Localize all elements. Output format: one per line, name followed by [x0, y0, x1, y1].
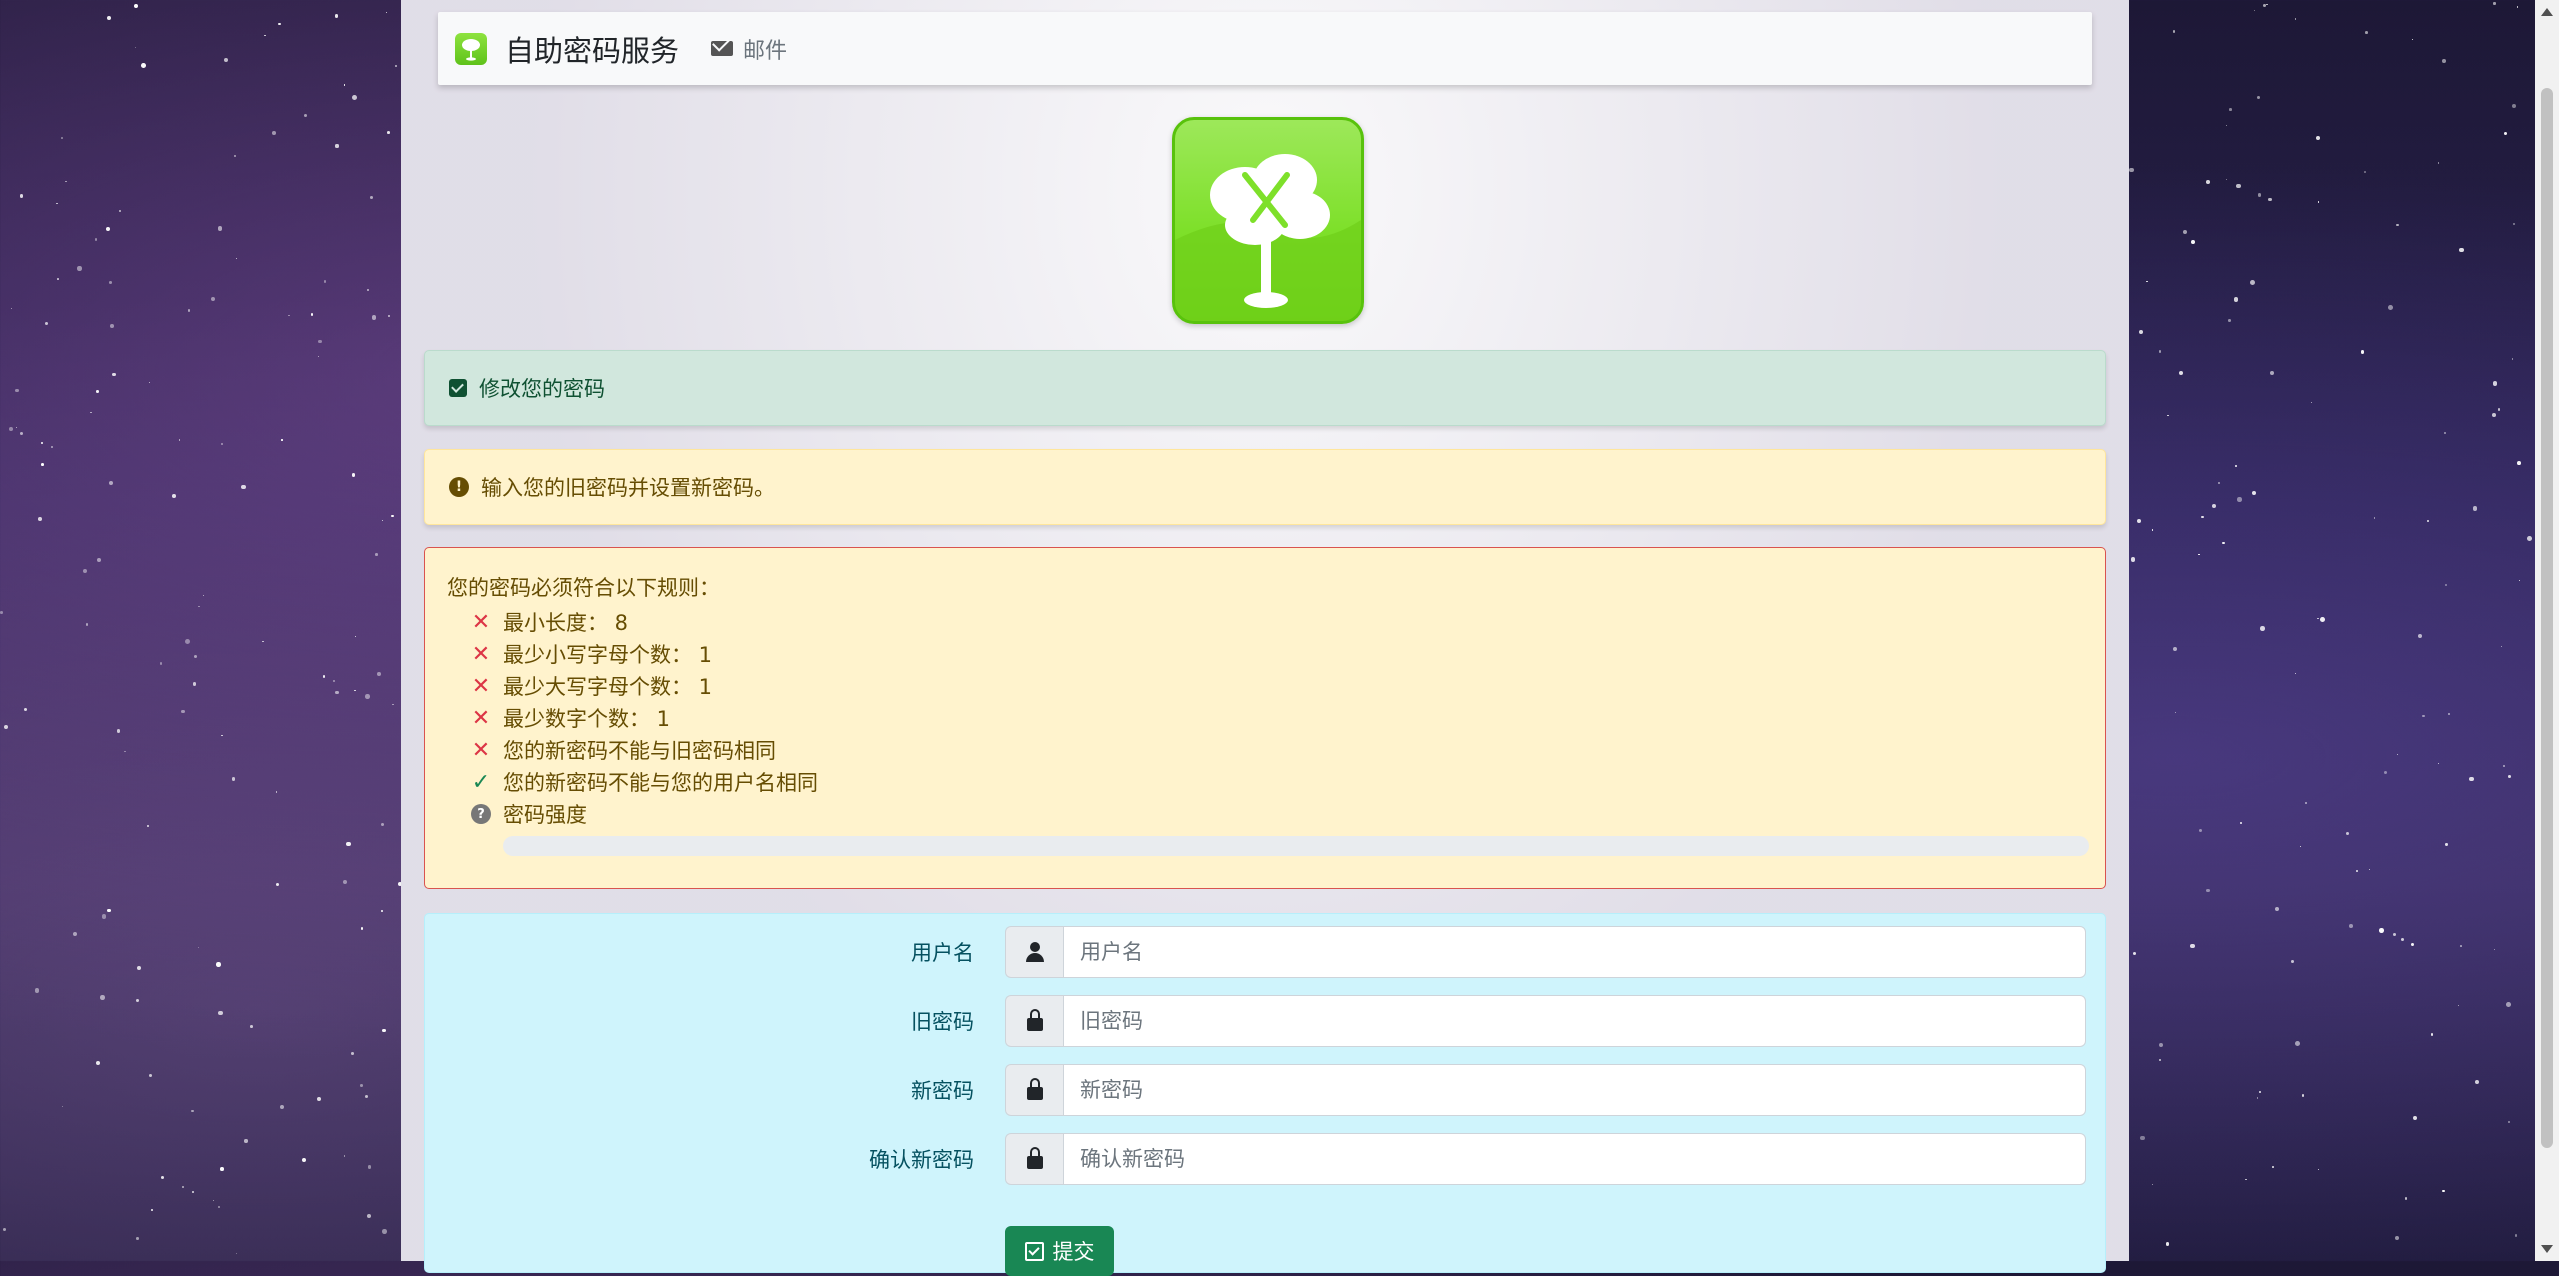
question-circle-icon: ? [471, 804, 491, 824]
input-group [1005, 1064, 2086, 1116]
input-group [1005, 995, 2086, 1047]
field-label: 用户名 [911, 941, 974, 965]
lock-icon [1005, 1133, 1063, 1185]
submit-button[interactable]: 提交 [1005, 1226, 1114, 1276]
scrollbar[interactable] [2535, 0, 2559, 1261]
brand-logo-icon[interactable] [455, 32, 487, 65]
form-row: 旧密码 [425, 995, 2105, 1047]
info-alert: ! 输入您的旧密码并设置新密码。 [424, 449, 2106, 525]
success-alert-text: 修改您的密码 [479, 377, 605, 401]
input-group [1005, 1133, 2086, 1185]
form-row: 用户名 [425, 926, 2105, 978]
rule-text: 您的新密码不能与您的用户名相同 [503, 771, 818, 795]
mail-link-label: 邮件 [743, 38, 788, 64]
password-rules-panel: 您的密码必须符合以下规则： ✕ 最小长度： 8 ✕ 最少小写字母个数： 1 ✕ 最少大写字… [424, 547, 2106, 889]
field-input[interactable] [1063, 995, 2086, 1047]
rule-item: ✓ 您的新密码不能与您的用户名相同 [447, 766, 2083, 798]
app-logo [1172, 117, 1364, 324]
check-icon: ✓ [471, 769, 491, 795]
user-icon [1005, 926, 1063, 978]
form-row: 确认新密码 [425, 1133, 2105, 1185]
rule-item: ✕ 最少大写字母个数： 1 [447, 670, 2083, 702]
scroll-down-icon[interactable] [2541, 1245, 2553, 1253]
field-label: 确认新密码 [869, 1148, 974, 1172]
rule-item: ✕ 最少小写字母个数： 1 [447, 638, 2083, 670]
info-alert-text: 输入您的旧密码并设置新密码。 [481, 476, 775, 500]
rule-item: ✕ 您的新密码不能与旧密码相同 [447, 734, 2083, 766]
check-square-icon [449, 379, 467, 397]
check-square-icon [1024, 1241, 1044, 1261]
password-strength-bar [503, 836, 2089, 856]
rule-item: ? 密码强度 [447, 798, 2083, 830]
navbar: 自助密码服务 邮件 [438, 12, 2092, 85]
envelope-icon [711, 41, 734, 56]
exclamation-circle-icon: ! [449, 477, 469, 497]
rule-text: 密码强度 [503, 803, 587, 827]
rules-title: 您的密码必须符合以下规则： [447, 576, 720, 600]
field-input[interactable] [1063, 1064, 2086, 1116]
scroll-thumb[interactable] [2541, 88, 2553, 1148]
lock-icon [1005, 995, 1063, 1047]
form-row: 新密码 [425, 1064, 2105, 1116]
rule-text: 您的新密码不能与旧密码相同 [503, 739, 776, 763]
cross-icon: ✕ [471, 673, 491, 699]
scroll-up-icon[interactable] [2541, 8, 2553, 16]
submit-label: 提交 [1052, 1240, 1095, 1264]
cross-icon: ✕ [471, 705, 491, 731]
password-form: 用户名旧密码新密码确认新密码 提交 [424, 913, 2106, 1276]
field-label: 旧密码 [911, 1010, 974, 1034]
cross-icon: ✕ [471, 641, 491, 667]
rule-text: 最少大写字母个数： 1 [503, 675, 713, 699]
lock-icon [1005, 1064, 1063, 1116]
rule-item: ✕ 最少数字个数： 1 [447, 702, 2083, 734]
cross-icon: ✕ [471, 737, 491, 763]
rule-text: 最少数字个数： 1 [503, 707, 671, 731]
rule-item: ✕ 最小长度： 8 [447, 606, 2083, 638]
cross-icon: ✕ [471, 609, 491, 635]
mail-link[interactable]: 邮件 [711, 33, 787, 65]
field-label: 新密码 [911, 1079, 974, 1103]
input-group [1005, 926, 2086, 978]
rule-text: 最小长度： 8 [503, 611, 629, 635]
rule-text: 最少小写字母个数： 1 [503, 643, 713, 667]
brand-title[interactable]: 自助密码服务 [505, 28, 679, 70]
field-input[interactable] [1063, 1133, 2086, 1185]
field-input[interactable] [1063, 926, 2086, 978]
success-alert: 修改您的密码 [424, 350, 2106, 426]
